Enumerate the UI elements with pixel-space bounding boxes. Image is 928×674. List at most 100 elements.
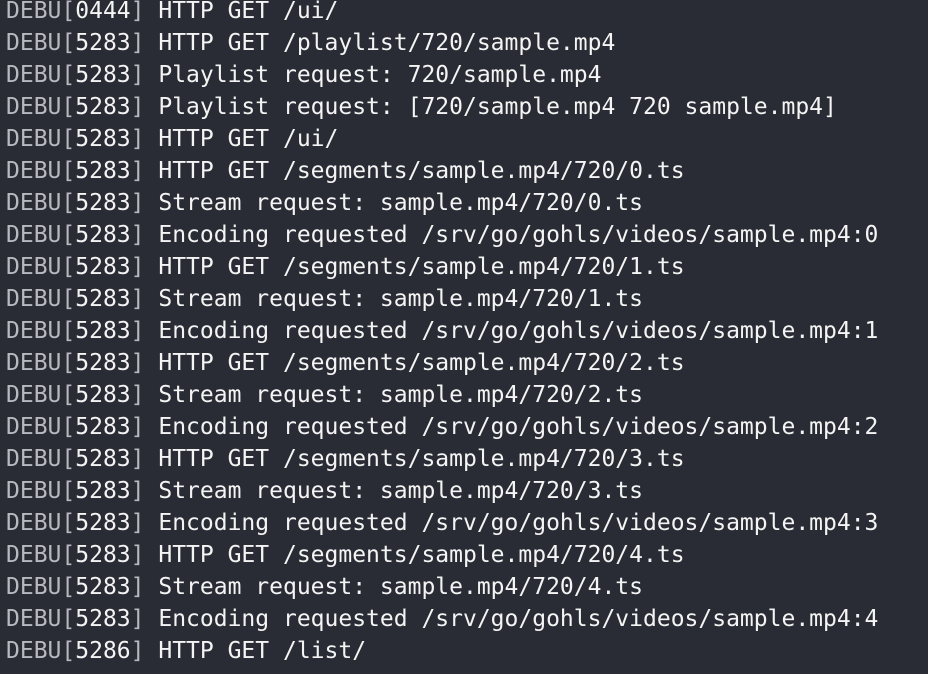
log-pid: 5283 (75, 478, 131, 504)
log-level: DEBU (6, 446, 62, 472)
log-line: DEBU[0444] HTTP GET /ui/ (6, 0, 878, 27)
pid-open-bracket: [ (61, 0, 76, 24)
log-message: HTTP GET /segments/sample.mp4/720/2.ts (158, 350, 685, 376)
log-line: DEBU[5283] Stream request: sample.mp4/72… (6, 571, 878, 603)
pid-open-bracket: [ (61, 510, 76, 536)
pid-close-bracket: ] (130, 94, 159, 120)
log-level: DEBU (6, 414, 62, 440)
log-level: DEBU (6, 190, 62, 216)
log-pid: 5283 (75, 126, 131, 152)
log-level: DEBU (6, 94, 62, 120)
pid-open-bracket: [ (61, 414, 76, 440)
log-level: DEBU (6, 350, 62, 376)
log-line: DEBU[5283] HTTP GET /playlist/720/sample… (6, 27, 878, 59)
pid-open-bracket: [ (61, 638, 76, 664)
log-message: Playlist request: 720/sample.mp4 (158, 62, 602, 88)
pid-close-bracket: ] (130, 286, 159, 312)
log-output: DEBU[0444] HTTP GET /ui/DEBU[5283] HTTP … (6, 0, 878, 667)
log-message: Stream request: sample.mp4/720/4.ts (158, 574, 643, 600)
log-line: DEBU[5283] Stream request: sample.mp4/72… (6, 283, 878, 315)
log-message: Stream request: sample.mp4/720/3.ts (158, 478, 643, 504)
log-line: DEBU[5283] HTTP GET /segments/sample.mp4… (6, 251, 878, 283)
pid-close-bracket: ] (130, 350, 159, 376)
log-pid: 5286 (75, 638, 131, 664)
pid-close-bracket: ] (130, 222, 159, 248)
pid-open-bracket: [ (61, 574, 76, 600)
log-pid: 5283 (75, 414, 131, 440)
log-line: DEBU[5283] HTTP GET /ui/ (6, 123, 878, 155)
log-message: Encoding requested /srv/go/gohls/videos/… (158, 222, 879, 248)
pid-open-bracket: [ (61, 62, 76, 88)
pid-open-bracket: [ (61, 382, 76, 408)
log-pid: 5283 (75, 382, 131, 408)
log-pid: 5283 (75, 574, 131, 600)
log-message: Encoding requested /srv/go/gohls/videos/… (158, 318, 879, 344)
log-message: Encoding requested /srv/go/gohls/videos/… (158, 606, 879, 632)
pid-open-bracket: [ (61, 254, 76, 280)
log-level: DEBU (6, 222, 62, 248)
log-message: HTTP GET /segments/sample.mp4/720/4.ts (158, 542, 685, 568)
log-line: DEBU[5286] HTTP GET /list/ (6, 635, 878, 667)
log-level: DEBU (6, 0, 62, 24)
log-line: DEBU[5283] Stream request: sample.mp4/72… (6, 475, 878, 507)
log-level: DEBU (6, 254, 62, 280)
log-message: HTTP GET /ui/ (158, 0, 339, 24)
pid-open-bracket: [ (61, 606, 76, 632)
pid-open-bracket: [ (61, 350, 76, 376)
log-level: DEBU (6, 62, 62, 88)
pid-close-bracket: ] (130, 446, 159, 472)
pid-close-bracket: ] (130, 510, 159, 536)
log-pid: 5283 (75, 286, 131, 312)
log-level: DEBU (6, 478, 62, 504)
log-line: DEBU[5283] Encoding requested /srv/go/go… (6, 411, 878, 443)
log-pid: 5283 (75, 30, 131, 56)
log-message: Encoding requested /srv/go/gohls/videos/… (158, 414, 879, 440)
log-level: DEBU (6, 638, 62, 664)
log-line: DEBU[5283] Stream request: sample.mp4/72… (6, 379, 878, 411)
log-level: DEBU (6, 574, 62, 600)
pid-open-bracket: [ (61, 190, 76, 216)
pid-close-bracket: ] (130, 0, 159, 24)
log-pid: 5283 (75, 542, 131, 568)
log-pid: 5283 (75, 158, 131, 184)
pid-open-bracket: [ (61, 94, 76, 120)
log-line: DEBU[5283] Stream request: sample.mp4/72… (6, 187, 878, 219)
log-message: Playlist request: [720/sample.mp4 720 sa… (158, 94, 837, 120)
log-line: DEBU[5283] Playlist request: [720/sample… (6, 91, 878, 123)
pid-open-bracket: [ (61, 478, 76, 504)
pid-close-bracket: ] (130, 382, 159, 408)
log-pid: 0444 (75, 0, 131, 24)
log-level: DEBU (6, 606, 62, 632)
log-line: DEBU[5283] Encoding requested /srv/go/go… (6, 315, 878, 347)
log-pid: 5283 (75, 62, 131, 88)
log-pid: 5283 (75, 254, 131, 280)
log-message: Stream request: sample.mp4/720/2.ts (158, 382, 643, 408)
log-pid: 5283 (75, 446, 131, 472)
log-line: DEBU[5283] HTTP GET /segments/sample.mp4… (6, 443, 878, 475)
log-pid: 5283 (75, 222, 131, 248)
pid-close-bracket: ] (130, 414, 159, 440)
pid-close-bracket: ] (130, 542, 159, 568)
pid-close-bracket: ] (130, 638, 159, 664)
log-message: HTTP GET /segments/sample.mp4/720/1.ts (158, 254, 685, 280)
pid-close-bracket: ] (130, 478, 159, 504)
pid-close-bracket: ] (130, 126, 159, 152)
log-level: DEBU (6, 318, 62, 344)
log-pid: 5283 (75, 606, 131, 632)
pid-close-bracket: ] (130, 606, 159, 632)
log-pid: 5283 (75, 190, 131, 216)
log-message: HTTP GET /segments/sample.mp4/720/0.ts (158, 158, 685, 184)
pid-open-bracket: [ (61, 542, 76, 568)
log-message: HTTP GET /ui/ (158, 126, 339, 152)
log-pid: 5283 (75, 350, 131, 376)
pid-open-bracket: [ (61, 222, 76, 248)
log-message: Stream request: sample.mp4/720/1.ts (158, 286, 643, 312)
pid-open-bracket: [ (61, 286, 76, 312)
pid-open-bracket: [ (61, 446, 76, 472)
log-message: HTTP GET /playlist/720/sample.mp4 (158, 30, 616, 56)
log-line: DEBU[5283] Encoding requested /srv/go/go… (6, 507, 878, 539)
log-level: DEBU (6, 30, 62, 56)
terminal-window[interactable]: DEBU[0444] HTTP GET /ui/DEBU[5283] HTTP … (0, 0, 928, 674)
log-level: DEBU (6, 158, 62, 184)
pid-close-bracket: ] (130, 158, 159, 184)
